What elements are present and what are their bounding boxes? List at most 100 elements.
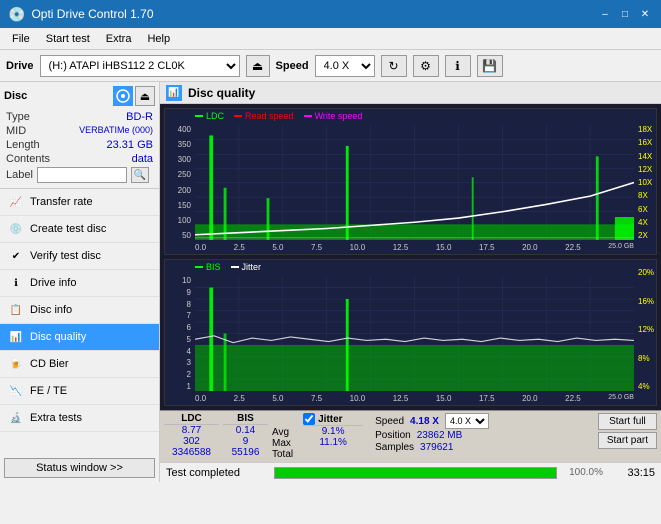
stats-ldc-col: LDC 8.77 302 3346588 <box>164 413 219 460</box>
bis-header: BIS <box>223 413 268 425</box>
charts-area: LDC Read speed Write speed 400 350 <box>160 104 661 410</box>
stats-row-labels: Avg Max Total <box>272 413 293 460</box>
menu-help[interactable]: Help <box>139 31 178 47</box>
settings-button[interactable]: ⚙ <box>413 55 439 77</box>
main-layout: Disc ⏏ Type BD-R MID VERBATIMe (000) Len… <box>0 82 661 482</box>
sidebar-item-create-test-disc[interactable]: 💿 Create test disc <box>0 216 159 243</box>
sidebar-item-verify-test-disc[interactable]: ✔ Verify test disc <box>0 243 159 270</box>
sidebar-item-fe-te[interactable]: 📉 FE / TE <box>0 378 159 405</box>
start-full-button[interactable]: Start full <box>598 413 657 430</box>
menu-start-test[interactable]: Start test <box>38 31 98 47</box>
stats-bar: LDC 8.77 302 3346588 BIS 0.14 9 55196 Av… <box>160 410 661 462</box>
verify-disc-icon: ✔ <box>8 248 24 264</box>
drive-bar: Drive (H:) ATAPI iHBS112 2 CL0K ⏏ Speed … <box>0 50 661 82</box>
disc-quality-header-icon: 📊 <box>166 85 182 101</box>
chart1-svg <box>195 125 634 240</box>
disc-info-icon: 📋 <box>8 302 24 318</box>
action-buttons: Start full Start part <box>598 413 657 460</box>
eject-button[interactable]: ⏏ <box>246 55 270 77</box>
speed-stat-select[interactable]: 4.0 X <box>445 413 489 429</box>
app-title: Opti Drive Control 1.70 <box>31 7 153 21</box>
chart2-svg <box>195 276 634 391</box>
chart2: BIS Jitter 10 9 8 7 6 5 4 <box>164 259 657 406</box>
disc-quality-icon: 📊 <box>8 329 24 345</box>
progress-bar <box>274 467 557 479</box>
bis-avg: 0.14 <box>223 425 268 436</box>
position-val: 23862 MB <box>417 430 463 441</box>
jitter-checkbox[interactable] <box>303 413 315 425</box>
disc-icon[interactable] <box>113 86 133 106</box>
stats-jitter-col: Jitter 9.1% 11.1% <box>303 413 363 460</box>
samples-val: 379621 <box>420 442 453 453</box>
sidebar-item-transfer-rate[interactable]: 📈 Transfer rate <box>0 189 159 216</box>
disc-label-row: Label 🔍 <box>4 166 155 184</box>
minimize-button[interactable]: – <box>597 6 613 22</box>
status-time: 33:15 <box>615 467 655 479</box>
status-bar: Test completed 100.0% 33:15 <box>160 462 661 482</box>
jitter-avg: 9.1% <box>303 426 363 437</box>
speed-stat-label: Speed <box>375 416 404 427</box>
disc-panel: Disc ⏏ Type BD-R MID VERBATIMe (000) Len… <box>0 82 159 189</box>
legend-read-speed: Read speed <box>234 111 294 121</box>
chart1-legend: LDC Read speed Write speed <box>195 111 362 121</box>
drive-select[interactable]: (H:) ATAPI iHBS112 2 CL0K <box>40 55 240 77</box>
chart2-y-axis-right: 20% 16% 12% 8% 4% <box>634 260 656 405</box>
chart2-x-axis: 0.0 2.5 5.0 7.5 10.0 12.5 15.0 17.5 20.0… <box>195 394 634 403</box>
progress-pct: 100.0% <box>565 467 607 478</box>
jitter-header: Jitter <box>318 414 342 425</box>
chart1: LDC Read speed Write speed 400 350 <box>164 108 657 255</box>
menu-file[interactable]: File <box>4 31 38 47</box>
fe-te-icon: 📉 <box>8 383 24 399</box>
total-label: Total <box>272 449 293 460</box>
disc-quality-title: Disc quality <box>188 86 255 100</box>
save-button[interactable]: 💾 <box>477 55 503 77</box>
sidebar-item-disc-quality[interactable]: 📊 Disc quality <box>0 324 159 351</box>
chart2-area <box>195 276 634 391</box>
ldc-header: LDC <box>164 413 219 425</box>
position-row: Position 23862 MB <box>375 430 489 441</box>
ldc-max: 302 <box>164 436 219 447</box>
info-button[interactable]: ℹ <box>445 55 471 77</box>
cd-bier-icon: 🍺 <box>8 356 24 372</box>
max-label: Max <box>272 438 293 449</box>
drive-info-icon: ℹ <box>8 275 24 291</box>
speed-row: Speed 4.18 X 4.0 X <box>375 413 489 429</box>
ldc-total: 3346588 <box>164 447 219 458</box>
stats-bis-col: BIS 0.14 9 55196 <box>223 413 268 460</box>
drive-label: Drive <box>6 60 34 72</box>
refresh-button[interactable]: ↻ <box>381 55 407 77</box>
label-input[interactable] <box>37 167 127 183</box>
sidebar-item-extra-tests[interactable]: 🔬 Extra tests <box>0 405 159 432</box>
speed-label: Speed <box>276 60 309 72</box>
speed-select[interactable]: 4.0 X <box>315 55 375 77</box>
label-search-button[interactable]: 🔍 <box>131 167 149 183</box>
stats-right-col: Speed 4.18 X 4.0 X Position 23862 MB Sam… <box>375 413 489 460</box>
bis-max: 9 <box>223 436 268 447</box>
disc-section-title: Disc <box>4 90 27 102</box>
disc-type-row: Type BD-R <box>4 110 155 124</box>
sidebar-item-drive-info[interactable]: ℹ Drive info <box>0 270 159 297</box>
sidebar-item-disc-info[interactable]: 📋 Disc info <box>0 297 159 324</box>
maximize-button[interactable]: □ <box>617 6 633 22</box>
status-window-button[interactable]: Status window >> <box>4 458 155 478</box>
start-part-button[interactable]: Start part <box>598 432 657 449</box>
create-disc-icon: 💿 <box>8 221 24 237</box>
legend-bis: BIS <box>195 262 221 272</box>
sidebar-item-cd-bier[interactable]: 🍺 CD Bier <box>0 351 159 378</box>
sidebar: Disc ⏏ Type BD-R MID VERBATIMe (000) Len… <box>0 82 160 482</box>
samples-label: Samples <box>375 442 414 453</box>
avg-label: Avg <box>272 427 293 438</box>
transfer-rate-icon: 📈 <box>8 194 24 210</box>
close-button[interactable]: ✕ <box>637 6 653 22</box>
disc-quality-header: 📊 Disc quality <box>160 82 661 104</box>
jitter-header-row: Jitter <box>303 413 363 426</box>
legend-jitter: Jitter <box>231 262 262 272</box>
disc-contents-row: Contents data <box>4 152 155 166</box>
chart2-y-axis-left: 10 9 8 7 6 5 4 3 2 1 <box>165 260 195 405</box>
app-icon: 💿 <box>8 6 25 23</box>
title-bar: 💿 Opti Drive Control 1.70 – □ ✕ <box>0 0 661 28</box>
disc-eject-icon[interactable]: ⏏ <box>135 86 155 106</box>
progress-fill <box>275 468 556 478</box>
menu-extra[interactable]: Extra <box>98 31 140 47</box>
bis-total: 55196 <box>223 447 268 458</box>
